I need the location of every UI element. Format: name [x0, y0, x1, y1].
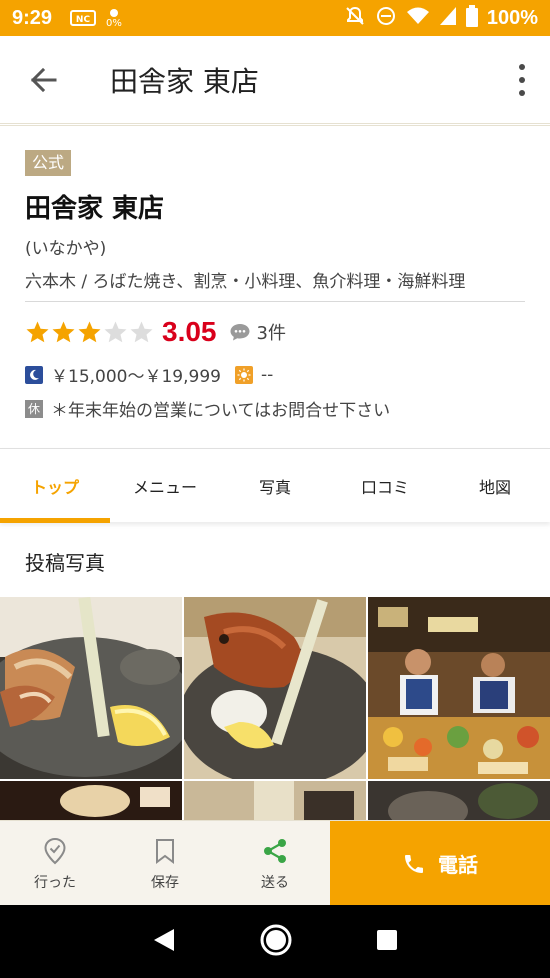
- lunch-price: --: [260, 364, 274, 385]
- dnd-icon: [375, 5, 397, 31]
- star-filled-icon: [78, 321, 101, 342]
- restaurant-name: 田舎家 東店: [25, 194, 165, 224]
- photo-thumbnail[interactable]: [368, 597, 550, 779]
- dot: [519, 90, 525, 96]
- circle-home-icon: [260, 924, 292, 955]
- photo-thumbnail[interactable]: [184, 597, 366, 779]
- photo-thumbnail[interactable]: [0, 597, 182, 779]
- nfc-icon: NC: [70, 9, 97, 27]
- share-label: 送る: [261, 874, 289, 891]
- star-filled-icon: [26, 321, 49, 342]
- photo-thumbnail[interactable]: [368, 781, 550, 821]
- tab-photos[interactable]: 写真: [220, 449, 330, 523]
- tab-top[interactable]: トップ: [0, 449, 110, 523]
- wifi-icon: [406, 6, 430, 30]
- action-bar: 行った 保存 送る 電話: [0, 820, 550, 906]
- dot: [519, 77, 525, 83]
- price-row: ￥15,000～￥19,999 --: [25, 362, 273, 387]
- went-button[interactable]: 行った: [0, 821, 110, 906]
- share-button[interactable]: 送る: [220, 821, 330, 906]
- share-icon: [263, 836, 287, 866]
- triangle-back-icon: [153, 928, 174, 951]
- star-filled-icon: [52, 321, 75, 342]
- photo-thumbnail[interactable]: [0, 781, 182, 821]
- call-label: 電話: [438, 853, 478, 877]
- more-options-button[interactable]: [514, 64, 530, 96]
- official-badge: 公式: [25, 150, 72, 176]
- page-title: 田舎家 東店: [110, 64, 259, 98]
- area-genre[interactable]: 六本木 / ろばた焼き、割烹・小料理、魚介料理・海鮮料理: [25, 267, 465, 292]
- save-button[interactable]: 保存: [110, 821, 220, 906]
- tab-menu[interactable]: メニュー: [110, 449, 220, 523]
- app-bar: 田舎家 東店: [0, 36, 550, 124]
- arrow-left-icon: [30, 67, 57, 92]
- dinner-price: ￥15,000～￥19,999: [51, 367, 221, 387]
- status-bar: 9:29 NC 0% 100%: [0, 0, 550, 36]
- call-button[interactable]: 電話: [330, 821, 550, 906]
- location-check-icon: [43, 836, 67, 866]
- battery-icon: [465, 5, 478, 31]
- system-nav-bar: [0, 905, 550, 978]
- save-label: 保存: [151, 874, 179, 891]
- nav-recents-button[interactable]: [376, 929, 398, 955]
- star-empty-icon: [130, 321, 153, 342]
- data-saver-pct: 0%: [106, 18, 122, 29]
- data-saver-icon: 0%: [106, 7, 122, 29]
- sun-icon: [234, 365, 253, 384]
- rating-score: 3.05: [162, 316, 217, 347]
- tab-bar: トップ メニュー 写真 口コミ 地図: [0, 448, 550, 523]
- tab-reviews[interactable]: 口コミ: [330, 449, 440, 523]
- went-label: 行った: [34, 874, 76, 891]
- dot: [519, 64, 525, 70]
- photos-section-title: 投稿写真: [25, 551, 105, 575]
- star-rating: [25, 320, 154, 345]
- signal-icon: [439, 6, 457, 30]
- star-empty-icon: [104, 321, 127, 342]
- review-count: 3件: [256, 323, 286, 344]
- comment-icon: [229, 322, 251, 342]
- square-recents-icon: [377, 929, 398, 950]
- bookmark-icon: [155, 836, 175, 866]
- nav-back-button[interactable]: [152, 927, 176, 957]
- rating-row[interactable]: 3.05 3件: [25, 316, 286, 348]
- photo-thumbnail[interactable]: [184, 781, 366, 821]
- status-time: 9:29: [12, 6, 53, 29]
- restaurant-info: 公式 田舎家 東店 (いなかや) 六本木 / ろばた焼き、割烹・小料理、魚介料理…: [0, 125, 550, 448]
- photo-grid: [0, 597, 550, 821]
- battery-percent: 100%: [486, 6, 538, 29]
- tab-map[interactable]: 地図: [440, 449, 550, 523]
- svg-text:NC: NC: [76, 15, 91, 25]
- holiday-icon: 休: [25, 399, 43, 418]
- holiday-note: ＊年末年始の営業についてはお問合せ下さい: [51, 401, 391, 421]
- mute-icon: [344, 5, 366, 31]
- nav-home-button[interactable]: [259, 923, 293, 961]
- phone-icon: [402, 852, 426, 876]
- divider: [25, 301, 525, 302]
- moon-icon: [25, 365, 43, 384]
- holiday-row: 休 ＊年末年始の営業についてはお問合せ下さい: [25, 396, 390, 421]
- back-button[interactable]: [0, 36, 86, 124]
- restaurant-kana: (いなかや): [25, 239, 107, 259]
